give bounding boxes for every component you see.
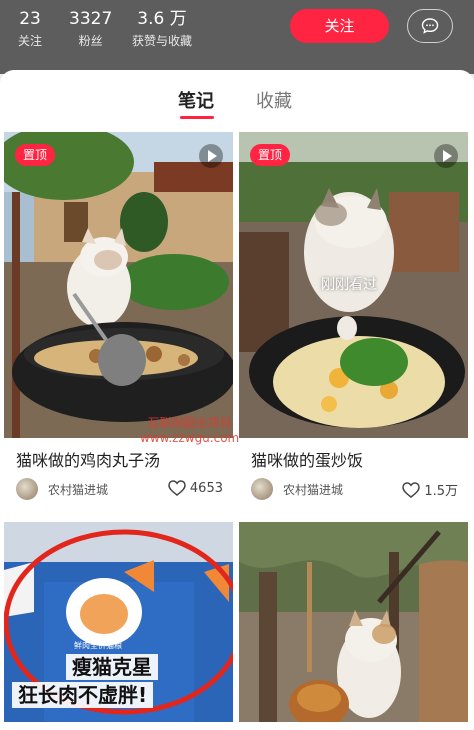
likes-collections-label: 获赞与收藏	[132, 34, 193, 48]
cover-caption-line-1: 瘦猫克星	[66, 654, 158, 680]
like-count: 1.5万	[424, 484, 458, 499]
note-title[interactable]: 猫咪做的蛋炒饭	[251, 450, 363, 472]
like-button[interactable]: 1.5万	[402, 480, 458, 499]
watermark-text: 互联网副业项目 www.zzwgu.com	[140, 416, 239, 446]
tab-collections[interactable]: 收藏	[256, 90, 292, 114]
bag-label: 鲜肉全价猫粮	[74, 641, 122, 650]
heart-icon	[402, 481, 421, 498]
notes-panel: 笔记 收藏 置顶 猫咪做的鸡肉丸子汤 农村猫进城 4653 置顶 刚刚看过 猫咪…	[0, 70, 474, 730]
note-author-row: 农村猫进城 4653	[16, 478, 223, 502]
author-avatar[interactable]	[16, 478, 38, 500]
tab-notes[interactable]: 笔记	[178, 90, 214, 114]
cover-caption-line-2: 狂长肉不虚胖!	[12, 682, 154, 708]
note-cover-image[interactable]	[4, 132, 233, 438]
like-count: 4653	[189, 480, 223, 496]
note-card[interactable]: 鲜肉全价猫粮 瘦猫克星 狂长肉不虚胖!	[4, 522, 233, 722]
following-label: 关注	[18, 34, 43, 48]
profile-stats-header: 23 关注 3327 粉丝 3.6 万 获赞与收藏 关注	[0, 0, 474, 74]
note-card[interactable]: 置顶 猫咪做的鸡肉丸子汤 农村猫进城 4653	[4, 132, 233, 516]
message-button[interactable]	[407, 9, 453, 43]
followers-label: 粉丝	[78, 34, 103, 48]
note-title[interactable]: 猫咪做的鸡肉丸子汤	[16, 450, 160, 472]
followers-stat[interactable]: 3327 粉丝	[69, 8, 112, 50]
like-button[interactable]: 4653	[168, 480, 223, 496]
followers-count: 3327	[69, 9, 113, 29]
note-cover-image[interactable]	[239, 522, 468, 722]
video-play-icon	[434, 144, 458, 168]
watermark-line-1: 互联网副业项目	[147, 416, 232, 430]
note-card[interactable]: 置顶 刚刚看过 猫咪做的蛋炒饭 农村猫进城 1.5万	[239, 132, 468, 516]
note-card[interactable]	[239, 522, 468, 722]
following-stat[interactable]: 23 关注	[18, 8, 42, 50]
follow-button[interactable]: 关注	[290, 9, 389, 43]
author-avatar[interactable]	[251, 478, 273, 500]
chat-bubble-icon	[421, 18, 439, 34]
author-name[interactable]: 农村猫进城	[283, 481, 343, 498]
likes-collections-count: 3.6 万	[137, 9, 187, 29]
author-name[interactable]: 农村猫进城	[48, 481, 108, 498]
likes-collections-stat[interactable]: 3.6 万 获赞与收藏	[132, 8, 192, 50]
heart-icon	[168, 480, 186, 496]
following-count: 23	[19, 9, 41, 29]
watermark-line-2: www.zzwgu.com	[140, 431, 240, 445]
video-play-icon	[199, 144, 223, 168]
pinned-badge: 置顶	[250, 144, 291, 166]
note-author-row: 农村猫进城 1.5万	[251, 478, 458, 502]
active-tab-indicator	[180, 116, 214, 119]
recently-viewed-label: 刚刚看过	[321, 277, 377, 293]
pinned-badge: 置顶	[15, 144, 56, 166]
